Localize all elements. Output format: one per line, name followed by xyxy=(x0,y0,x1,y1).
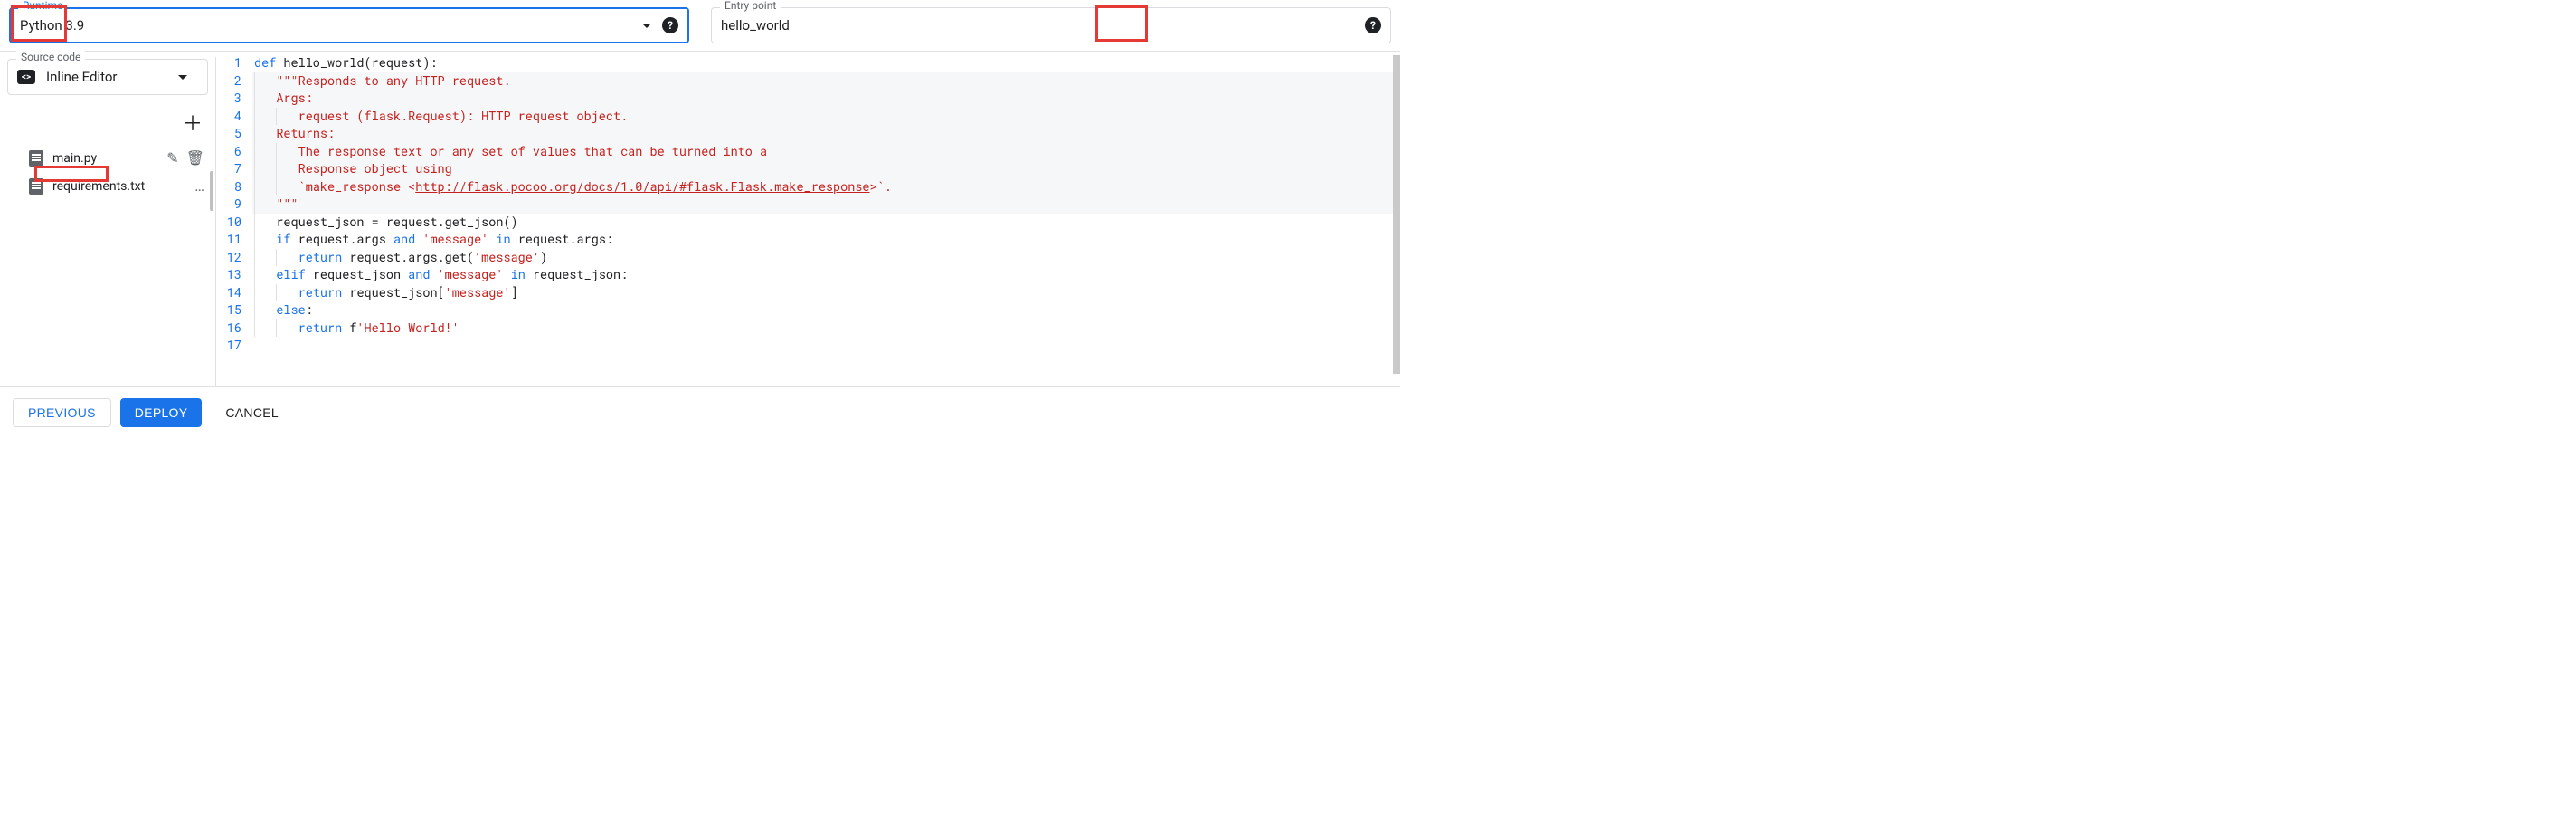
cancel-button[interactable]: CANCEL xyxy=(211,398,293,427)
action-bar: PREVIOUS DEPLOY CANCEL xyxy=(0,386,1400,438)
code-line[interactable]: if request.args and 'message' in request… xyxy=(252,231,1393,249)
code-line[interactable]: """Responds to any HTTP request. xyxy=(252,72,1393,91)
delete-icon[interactable]: 🗑 xyxy=(186,149,204,167)
runtime-select[interactable]: Python 3.9 ? xyxy=(9,7,689,43)
code-line[interactable]: request (flask.Request): HTTP request ob… xyxy=(252,108,1393,126)
content-area: Source code <> Inline Editor ＋ main.py ✎… xyxy=(0,52,1400,386)
previous-button[interactable]: PREVIOUS xyxy=(13,398,111,427)
code-line[interactable]: def hello_world(request): xyxy=(252,54,1393,72)
code-area[interactable]: def hello_world(request): """Responds to… xyxy=(252,54,1393,386)
entry-point-input[interactable]: hello_world ? xyxy=(711,7,1391,43)
source-code-select[interactable]: <> Inline Editor xyxy=(7,59,208,95)
add-file-button[interactable]: ＋ xyxy=(183,108,203,137)
code-line[interactable]: Returns: xyxy=(252,125,1393,143)
help-icon[interactable]: ? xyxy=(662,17,678,33)
code-line[interactable]: """ xyxy=(252,195,1393,214)
file-icon xyxy=(29,178,43,195)
source-panel: Source code <> Inline Editor ＋ main.py ✎… xyxy=(0,52,210,386)
editor-scrollbar[interactable] xyxy=(1393,55,1400,374)
runtime-field: Runtime Python 3.9 ? xyxy=(9,7,689,43)
code-line[interactable]: return request_json['message'] xyxy=(252,284,1393,302)
line-gutter: 1234567891011121314151617 xyxy=(216,54,252,386)
entry-point-label: Entry point xyxy=(720,0,781,12)
source-code-field: Source code <> Inline Editor xyxy=(7,59,208,95)
add-file-row: ＋ xyxy=(7,104,208,144)
deploy-button[interactable]: DEPLOY xyxy=(120,398,203,427)
entry-point-value: hello_world xyxy=(721,17,1365,33)
more-icon[interactable]: … xyxy=(194,177,204,195)
file-icon xyxy=(29,150,43,167)
code-line[interactable]: else: xyxy=(252,301,1393,319)
runtime-value: Python 3.9 xyxy=(20,17,642,33)
file-name: requirements.txt xyxy=(52,179,185,194)
code-line[interactable]: Response object using xyxy=(252,160,1393,178)
runtime-label: Runtime xyxy=(18,0,67,12)
panel-scrollbar[interactable] xyxy=(210,171,213,211)
file-name: main.py xyxy=(52,151,157,166)
file-item-requirements[interactable]: requirements.txt … xyxy=(7,172,208,200)
file-list: main.py ✎ 🗑 requirements.txt … xyxy=(7,144,208,200)
edit-icon[interactable]: ✎ xyxy=(166,149,178,167)
code-line[interactable]: `make_response <http://flask.pocoo.org/d… xyxy=(252,178,1393,196)
code-line[interactable] xyxy=(252,337,1393,355)
code-line[interactable]: Args: xyxy=(252,90,1393,108)
code-line[interactable]: request_json = request.get_json() xyxy=(252,214,1393,232)
code-icon: <> xyxy=(17,70,35,84)
entry-point-field: Entry point hello_world ? xyxy=(711,7,1391,43)
config-row: Runtime Python 3.9 ? Entry point hello_w… xyxy=(0,0,1400,52)
chevron-down-icon xyxy=(178,75,187,80)
file-item-main[interactable]: main.py ✎ 🗑 xyxy=(7,144,208,172)
code-line[interactable]: The response text or any set of values t… xyxy=(252,143,1393,161)
code-line[interactable]: elif request_json and 'message' in reque… xyxy=(252,266,1393,284)
code-editor[interactable]: 1234567891011121314151617 def hello_worl… xyxy=(216,52,1393,386)
code-line[interactable]: return request.args.get('message') xyxy=(252,249,1393,267)
chevron-down-icon xyxy=(642,24,651,28)
source-code-label: Source code xyxy=(16,51,85,63)
help-icon[interactable]: ? xyxy=(1365,17,1381,33)
code-line[interactable]: return f'Hello World!' xyxy=(252,319,1393,338)
source-code-value: Inline Editor xyxy=(46,69,167,85)
